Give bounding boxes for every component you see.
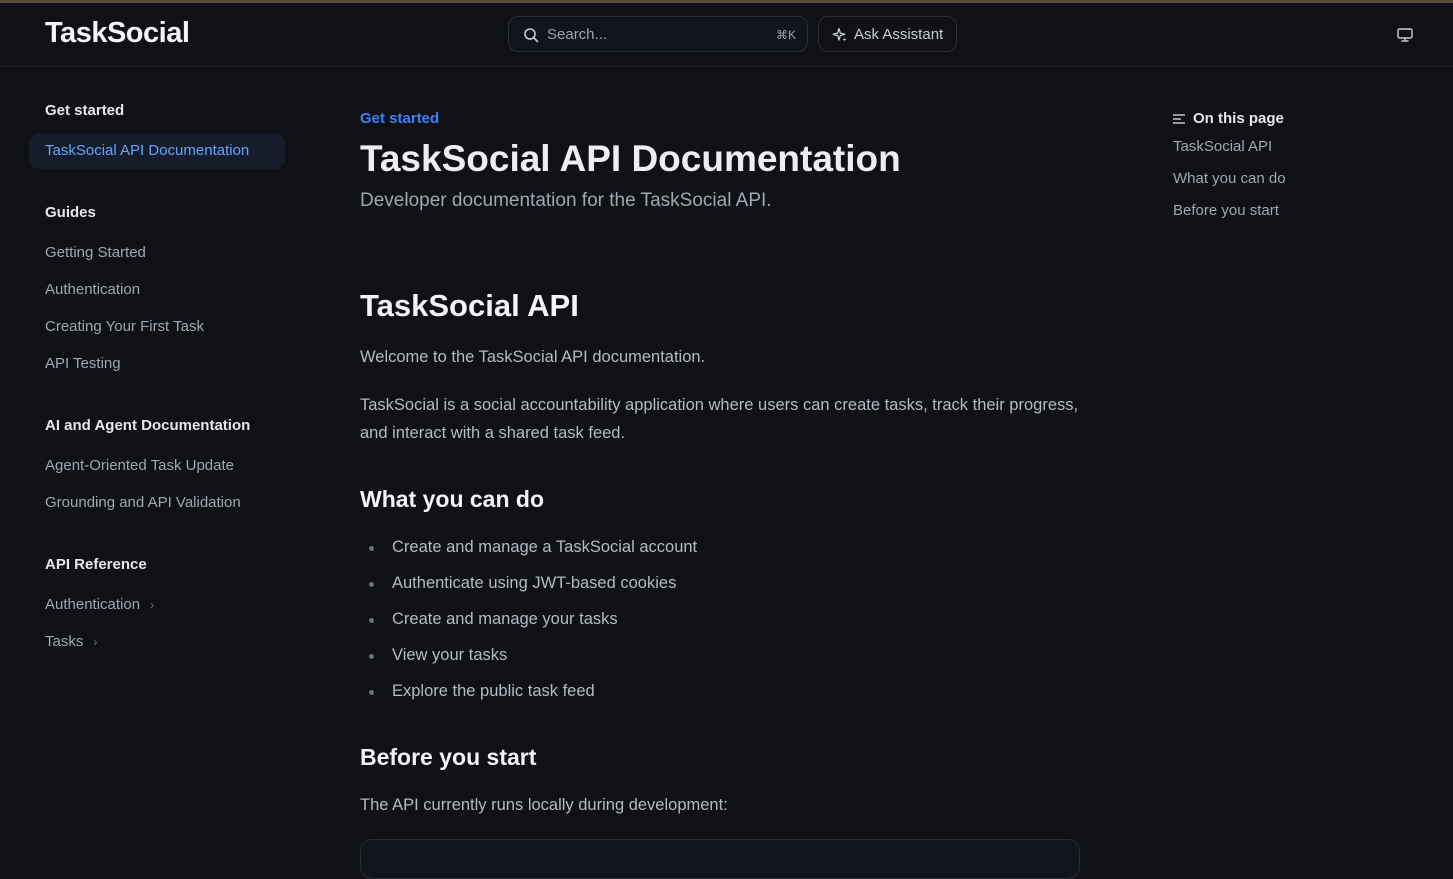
paragraph-local: The API currently runs locally during de… [360, 796, 728, 814]
sidebar-item-agent-task-update[interactable]: Agent-Oriented Task Update [45, 457, 234, 474]
bullet-icon [369, 690, 374, 695]
bullet-icon [369, 546, 374, 551]
paragraph-intro: TaskSocial is a social accountability ap… [360, 396, 1079, 442]
section-heading-before-you-start: Before you start [360, 744, 537, 770]
toc-item-before-you-start[interactable]: Before you start [1173, 202, 1279, 219]
sidebar-item-label: Tasks [45, 633, 84, 650]
sidebar-item-label: Authentication [45, 596, 141, 613]
breadcrumb[interactable]: Get started [360, 110, 439, 127]
sidebar-group-guides: Guides [45, 204, 96, 221]
sidebar-group-api-reference: API Reference [45, 556, 147, 573]
bullet-icon [369, 618, 374, 623]
list-icon [1173, 114, 1185, 124]
chevron-right-icon: › [150, 598, 155, 612]
page-title: TaskSocial API Documentation [360, 138, 901, 179]
logo[interactable]: TaskSocial [45, 17, 190, 50]
section-heading-what-you-can-do: What you can do [360, 486, 544, 512]
search-icon [524, 28, 539, 43]
toc-title: On this page [1173, 110, 1284, 127]
sidebar-group-ai-docs: AI and Agent Documentation [45, 417, 251, 434]
sidebar-item-ref-authentication[interactable]: Authentication › [45, 596, 154, 613]
code-block[interactable] [360, 839, 1080, 879]
sidebar-item-api-testing[interactable]: API Testing [45, 355, 121, 372]
sidebar-item-ref-tasks[interactable]: Tasks › [45, 633, 97, 650]
search-shortcut: ⌘K [775, 28, 796, 42]
top-header: TaskSocial Search... ⌘K Ask Assistant [0, 3, 1453, 67]
toc-item-what-you-can-do[interactable]: What you can do [1173, 170, 1286, 187]
paragraph-welcome: Welcome to the TaskSocial API documentat… [360, 348, 706, 366]
sidebar-item-grounding-validation[interactable]: Grounding and API Validation [45, 494, 241, 511]
sidebar-item-getting-started[interactable]: Getting Started [45, 244, 146, 261]
search-placeholder: Search... [547, 26, 608, 43]
sparkle-icon [832, 27, 847, 42]
monitor-icon[interactable] [1396, 27, 1414, 43]
search-input[interactable]: Search... ⌘K [508, 16, 808, 52]
sidebar-item-api-documentation[interactable]: TaskSocial API Documentation [29, 133, 285, 169]
sidebar-group-get-started: Get started [45, 102, 125, 119]
bullet-icon [369, 582, 374, 587]
toc-item-api[interactable]: TaskSocial API [1173, 138, 1272, 155]
section-heading-api: TaskSocial API [360, 288, 579, 323]
page-subtitle: Developer documentation for the TaskSoci… [360, 190, 772, 211]
chevron-right-icon: › [93, 635, 98, 649]
ask-assistant-button[interactable]: Ask Assistant [818, 16, 957, 52]
ask-assistant-label: Ask Assistant [854, 26, 944, 43]
sidebar-item-authentication[interactable]: Authentication [45, 281, 140, 298]
sidebar-item-creating-first-task[interactable]: Creating Your First Task [45, 318, 204, 335]
bullet-icon [369, 654, 374, 659]
